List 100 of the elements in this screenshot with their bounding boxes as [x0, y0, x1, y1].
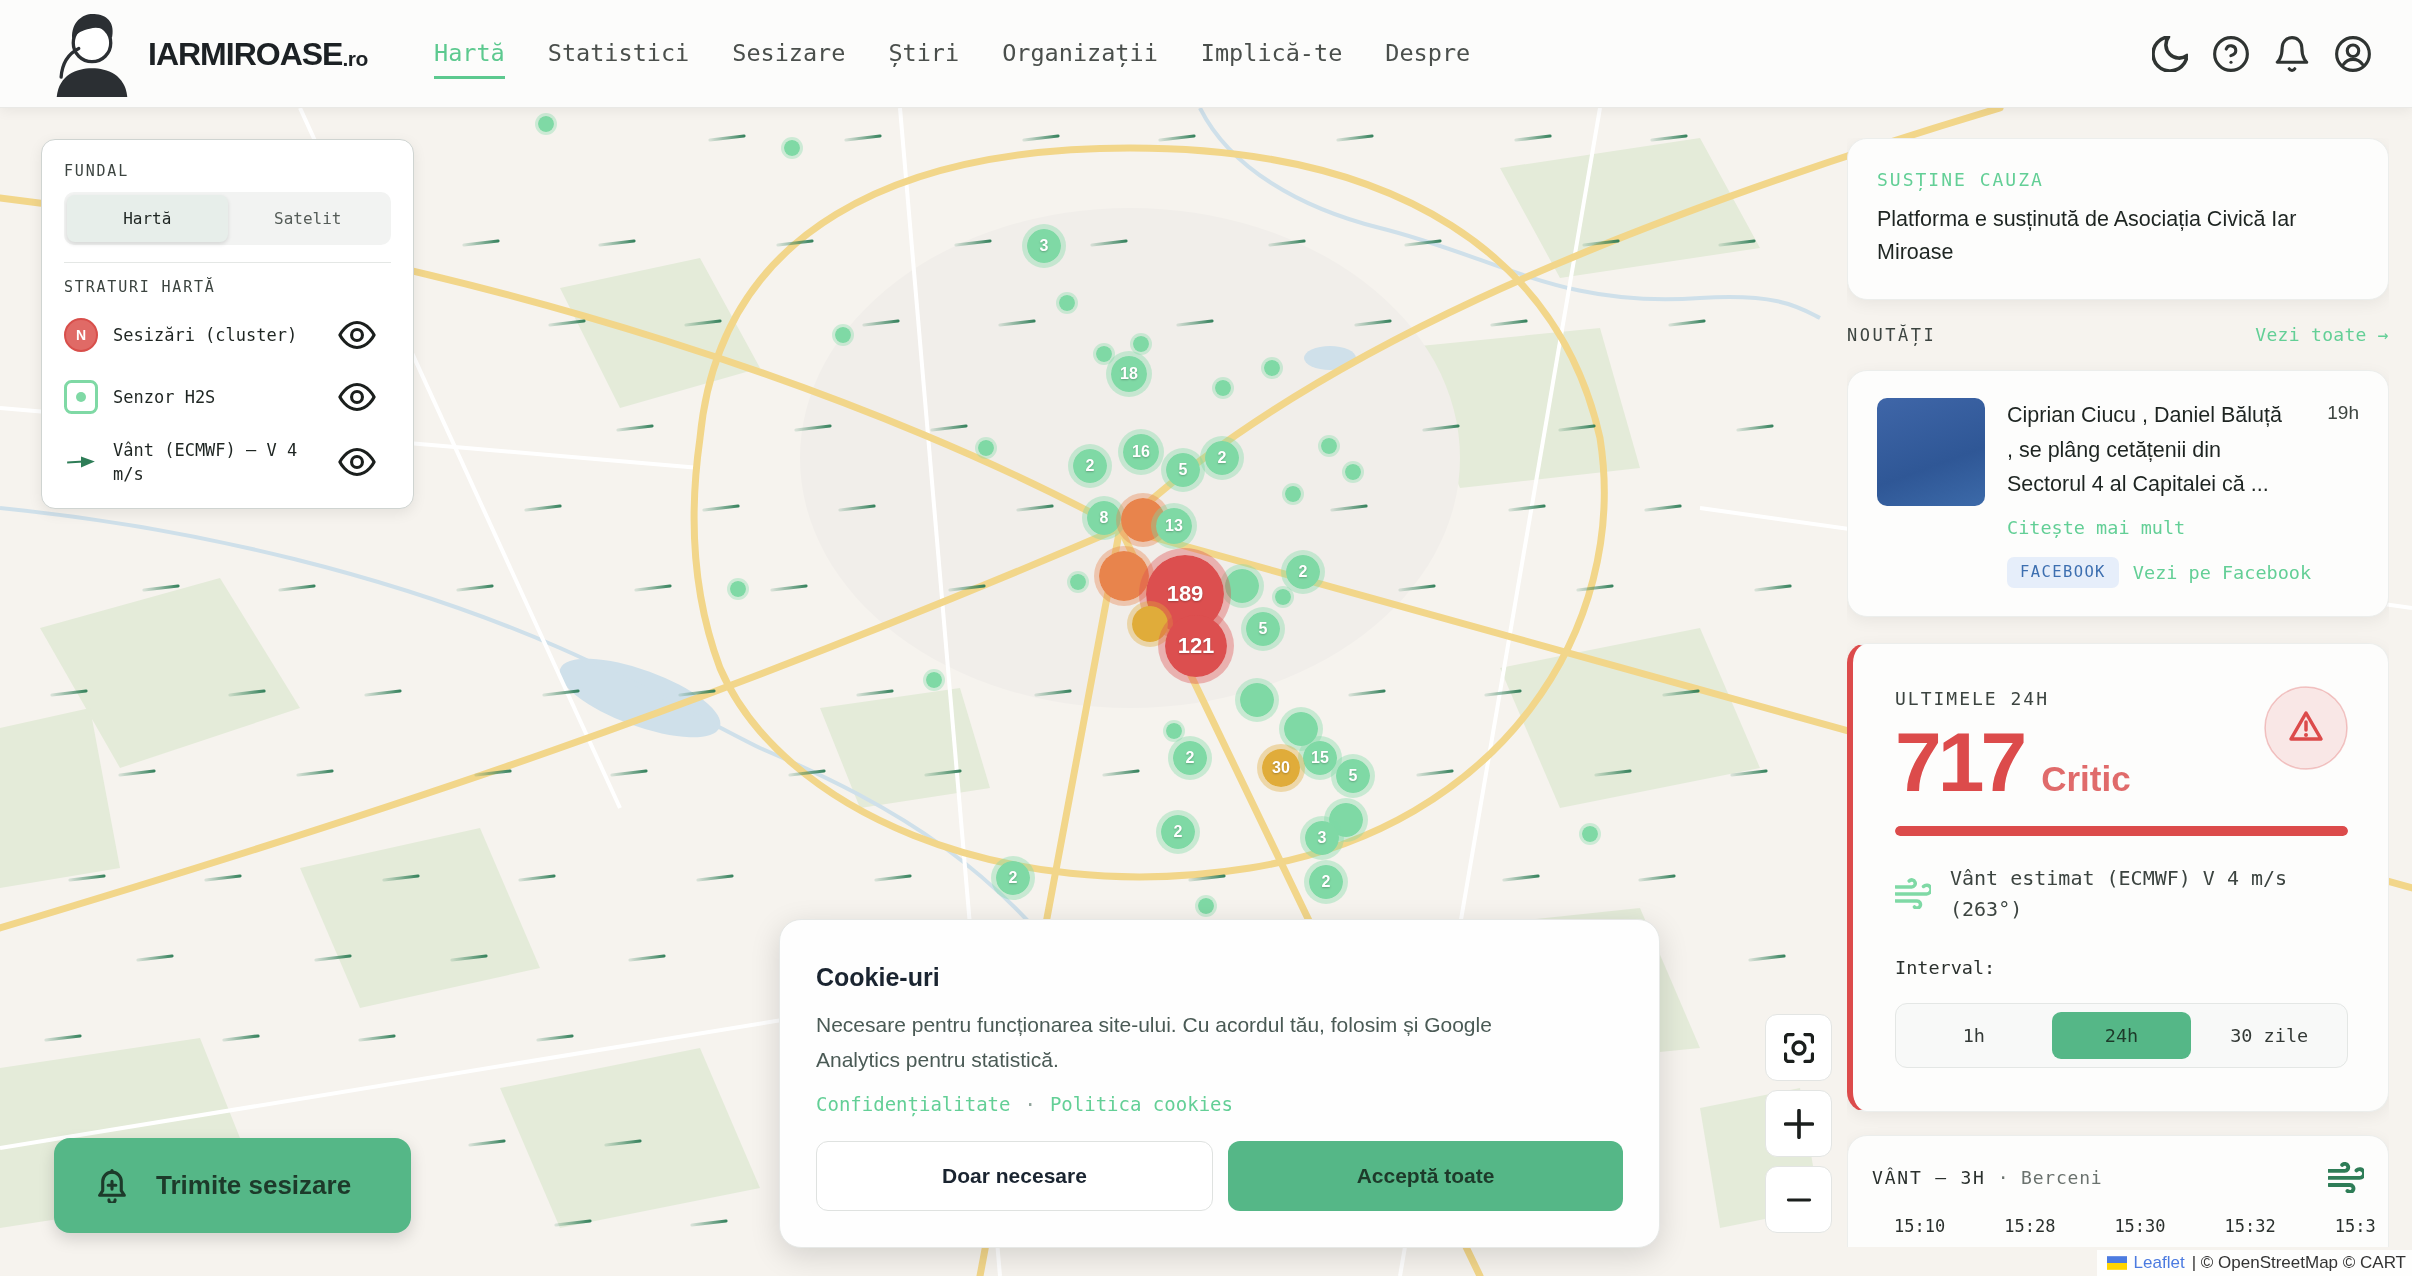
time-label: 15:3: [2334, 1214, 2376, 1237]
wind-streak-icon: [518, 874, 556, 882]
zoom-out-button[interactable]: [1765, 1166, 1832, 1233]
report-button[interactable]: Trimite sesizare: [54, 1138, 411, 1233]
wind-streak-icon: [364, 689, 402, 697]
wind-streak-icon: [788, 769, 826, 777]
wind-streak-icon: [450, 954, 488, 962]
basemap-option[interactable]: Satelit: [227, 195, 388, 242]
nav-tab[interactable]: Statistici: [547, 28, 690, 79]
wind-streak-icon: [1558, 424, 1596, 432]
nav-tab[interactable]: Sesizare: [732, 28, 846, 79]
wind-streak-icon: [1638, 874, 1676, 882]
wind-streak-icon: [524, 504, 562, 512]
help-icon[interactable]: [2213, 35, 2249, 72]
wind-streak-icon: [616, 424, 654, 432]
time-label: 19h: [2327, 401, 2359, 425]
moon-icon[interactable]: [2152, 35, 2188, 72]
wind-streak-icon: [874, 874, 912, 882]
wind-streak-icon: [1034, 689, 1072, 697]
wind-streak-icon: [50, 689, 88, 697]
card-title: ULTIMELE 24H: [1895, 687, 2051, 710]
section-label: STRATURI HARTĂ: [64, 278, 217, 296]
plus-icon: [1783, 1108, 1814, 1139]
wind-streak-icon: [610, 769, 648, 777]
wind-streak-icon: [708, 134, 746, 142]
wind-streak-icon: [1668, 319, 1706, 327]
location-label: · Berceni: [1997, 1167, 2103, 1188]
layer-label: Sesizări (cluster): [113, 324, 299, 347]
necessary-only-button[interactable]: Doar necesare: [816, 1141, 1213, 1211]
warning-icon: [2264, 685, 2348, 770]
read-more-link[interactable]: Citește mai mult: [2007, 515, 2359, 540]
wind-streak-icon: [1398, 584, 1436, 592]
wind-streak-icon: [1090, 239, 1128, 247]
user-account-icon[interactable]: [2335, 35, 2371, 72]
wind-streak-icon: [536, 1034, 574, 1042]
nav-tab[interactable]: Despre: [1385, 28, 1471, 79]
interval-option[interactable]: 30 zile: [2199, 1011, 2339, 1059]
arrow-icon: [67, 456, 95, 468]
nav-tab[interactable]: Implică-te: [1200, 28, 1343, 79]
wind-icon: [2328, 1162, 2364, 1193]
zoom-in-button[interactable]: [1765, 1090, 1832, 1157]
wind-streak-icon: [474, 769, 512, 777]
wind-streak-icon: [838, 504, 876, 512]
wind-streak-icon: [702, 504, 740, 512]
bell-icon[interactable]: [2274, 35, 2310, 72]
wind-streak-icon: [1490, 319, 1528, 327]
card-title: VÂNT — 3H: [1872, 1167, 1986, 1188]
wind-streak-icon: [278, 584, 316, 592]
wind-streak-icon: [1594, 769, 1632, 777]
basemap-option[interactable]: Hartă: [67, 195, 228, 242]
nav-tab[interactable]: Hartă: [434, 28, 505, 79]
news-text: Ciprian Ciucu , Daniel Băluță , se plâng cetățenii din Sectorul 4 al Capitalei că ...: [2007, 402, 2283, 498]
sensor-legend-icon: [64, 380, 98, 414]
severity-label: Critic: [2041, 758, 2131, 799]
wind-streak-icon: [690, 1219, 728, 1227]
wind-streak-icon: [1016, 504, 1054, 512]
wind-streak-icon: [924, 769, 962, 777]
accept-button[interactable]: Acceptă toate: [1228, 1141, 1623, 1211]
wind-streak-icon: [1330, 504, 1368, 512]
wind-streak-icon: [1754, 584, 1792, 592]
wind-streak-icon: [1188, 874, 1226, 882]
source-tag: FACEBOOK: [2007, 556, 2119, 588]
eye-icon[interactable]: [338, 321, 376, 349]
nav-tab[interactable]: Știri: [888, 28, 960, 79]
wind-streak-icon: [696, 874, 734, 882]
wind-streak-icon: [1348, 689, 1386, 697]
wind-streak-icon: [468, 1139, 506, 1147]
wind-streak-icon: [998, 319, 1036, 327]
wind-streak-icon: [44, 1034, 82, 1042]
wind-streak-icon: [1484, 689, 1522, 697]
eye-icon[interactable]: [338, 383, 376, 411]
section-title: NOUTĂȚI: [1847, 324, 1937, 345]
policy-link[interactable]: Politica cookies: [1049, 1092, 1233, 1116]
news-card[interactable]: Ciprian Ciucu , Daniel Băluță , se plâng cetățenii din Sectorul 4 al Capitalei că ... 19h Citește mai mult FACEBOOK Vezi pe Facebook: [1847, 370, 2389, 617]
layer-label: Senzor H2S: [113, 386, 217, 409]
nav-tab[interactable]: Organizații: [1002, 28, 1158, 79]
wind-streak-icon: [1730, 769, 1768, 777]
wind-streak-icon: [1268, 239, 1306, 247]
wind-streak-icon: [1502, 874, 1540, 882]
fit-view-button[interactable]: [1765, 1014, 1832, 1081]
wind-streak-icon: [118, 769, 156, 777]
policy-link[interactable]: Confidențialitate: [816, 1092, 1011, 1116]
wind-streak-icon: [1416, 769, 1454, 777]
source-link[interactable]: Vezi pe Facebook: [2132, 561, 2312, 583]
wind-streak-icon: [382, 874, 420, 882]
wind-streak-icon: [844, 134, 882, 142]
see-all-link[interactable]: Vezi toate →: [2255, 324, 2389, 345]
logo-link[interactable]: IARMIROASE.ro: [52, 10, 434, 97]
wind-streak-icon: [776, 239, 814, 247]
eye-icon[interactable]: [338, 448, 376, 476]
wind-streak-icon: [548, 319, 586, 327]
wind-streak-icon: [1336, 134, 1374, 142]
leaflet-link[interactable]: Leaflet: [2133, 1252, 2185, 1274]
wind-streak-icon: [1748, 954, 1786, 962]
section-label: FUNDAL: [64, 162, 130, 180]
wind-streak-icon: [1582, 239, 1620, 247]
interval-option[interactable]: 1h: [1904, 1011, 2044, 1059]
time-label: 15:30: [2114, 1214, 2166, 1237]
wind-streak-icon: [678, 689, 716, 697]
interval-option[interactable]: 24h: [2051, 1011, 2192, 1059]
